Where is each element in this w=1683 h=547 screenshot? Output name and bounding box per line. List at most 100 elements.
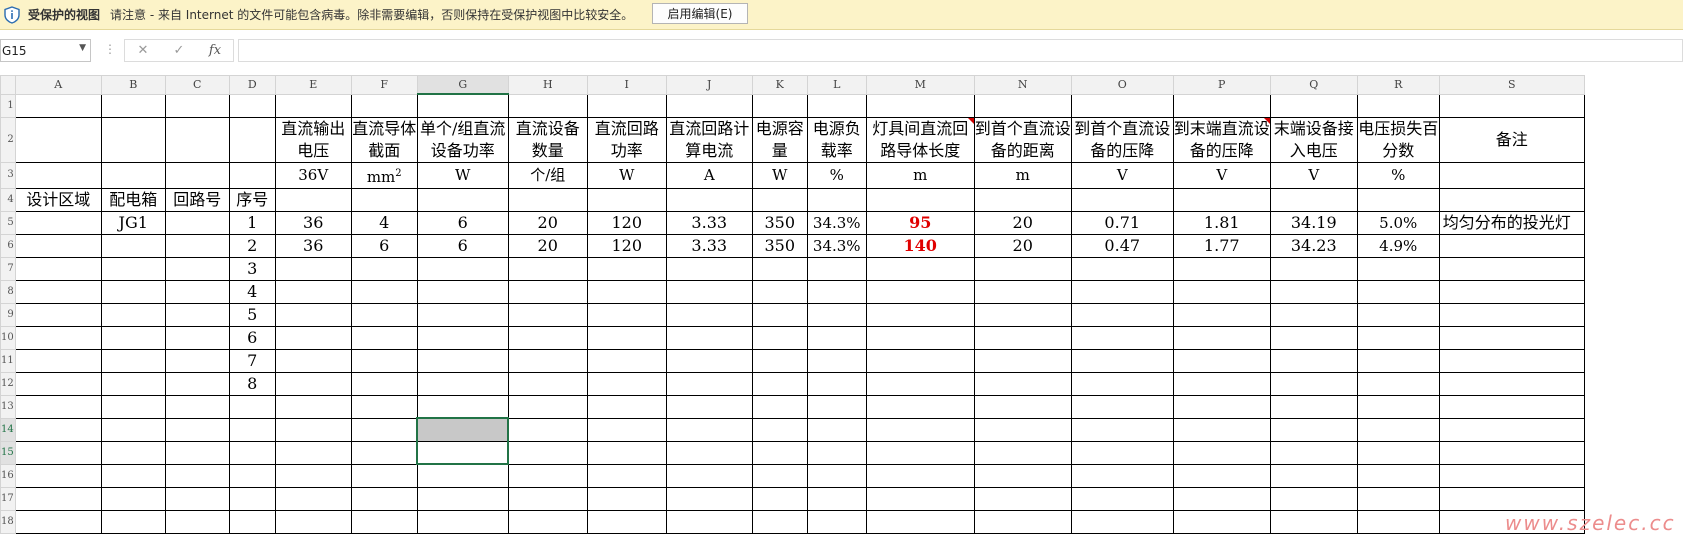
cell[interactable]	[416, 325, 509, 350]
cell[interactable]: 20	[973, 210, 1072, 235]
column-header[interactable]: L	[806, 75, 867, 95]
cell-highlighted[interactable]: 95	[865, 210, 975, 235]
cell[interactable]	[100, 463, 166, 488]
cell[interactable]	[507, 187, 588, 212]
unit-cell[interactable]: V	[1070, 161, 1174, 189]
cell[interactable]	[586, 486, 667, 511]
cell[interactable]	[507, 93, 588, 118]
cell[interactable]	[1269, 486, 1358, 511]
cell[interactable]: 20	[507, 233, 588, 258]
cell[interactable]	[751, 256, 808, 281]
cell[interactable]	[865, 486, 975, 511]
column-header[interactable]: R	[1356, 75, 1440, 95]
cell[interactable]	[507, 509, 588, 534]
cell[interactable]: 6	[228, 325, 276, 350]
enable-editing-button[interactable]: 启用编辑(E)	[652, 3, 748, 24]
cell[interactable]	[507, 463, 588, 488]
row-header[interactable]: 13	[0, 394, 16, 419]
cell[interactable]	[1356, 394, 1440, 419]
row-header[interactable]: 17	[0, 486, 16, 511]
cell[interactable]	[416, 187, 509, 212]
cell[interactable]: 36	[274, 210, 352, 235]
column-header[interactable]: P	[1172, 75, 1271, 95]
insert-function-icon[interactable]: fx	[200, 43, 230, 58]
header-cell[interactable]: 直流回路计算电流	[665, 116, 753, 163]
cell[interactable]	[416, 348, 509, 373]
cell[interactable]	[1172, 279, 1271, 304]
unit-cell[interactable]: %	[806, 161, 867, 189]
cell[interactable]: 1	[228, 210, 276, 235]
cell[interactable]	[806, 417, 867, 442]
cell[interactable]	[1070, 394, 1174, 419]
cell[interactable]	[274, 302, 352, 327]
cell[interactable]	[1269, 348, 1358, 373]
cell[interactable]	[665, 348, 753, 373]
cell[interactable]	[1438, 486, 1585, 511]
cell[interactable]	[100, 116, 166, 163]
cell[interactable]	[274, 187, 352, 212]
cell[interactable]	[1269, 417, 1358, 442]
unit-cell[interactable]: W	[586, 161, 667, 189]
cell[interactable]	[350, 394, 418, 419]
cell[interactable]	[586, 417, 667, 442]
cell[interactable]	[973, 394, 1072, 419]
cell[interactable]	[14, 325, 102, 350]
cell[interactable]	[274, 509, 352, 534]
cell[interactable]	[665, 302, 753, 327]
cell[interactable]	[806, 440, 867, 465]
chevron-down-icon[interactable]: ▼	[79, 43, 86, 53]
cell[interactable]	[1438, 233, 1585, 258]
cell[interactable]	[1172, 486, 1271, 511]
cell[interactable]	[751, 509, 808, 534]
cell[interactable]	[1356, 509, 1440, 534]
cell[interactable]	[751, 325, 808, 350]
cell[interactable]	[973, 256, 1072, 281]
row-header[interactable]: 6	[0, 233, 16, 258]
cell[interactable]	[1438, 371, 1585, 396]
cell[interactable]	[665, 93, 753, 118]
cell[interactable]	[1172, 394, 1271, 419]
cell[interactable]	[806, 187, 867, 212]
cell[interactable]	[228, 417, 276, 442]
cell[interactable]	[665, 256, 753, 281]
cell[interactable]	[274, 93, 352, 118]
cell[interactable]	[100, 161, 166, 189]
unit-cell[interactable]: m	[865, 161, 975, 189]
header-cell[interactable]: 直流回路功率	[586, 116, 667, 163]
label-cell[interactable]: 序号	[228, 187, 276, 212]
cell[interactable]	[507, 279, 588, 304]
cell[interactable]	[274, 371, 352, 396]
cell[interactable]	[665, 394, 753, 419]
header-cell[interactable]: 电源容量	[751, 116, 808, 163]
cell[interactable]	[274, 463, 352, 488]
cell[interactable]	[1356, 417, 1440, 442]
cell[interactable]	[751, 279, 808, 304]
column-header[interactable]: E	[274, 75, 352, 95]
cell[interactable]	[1438, 440, 1585, 465]
active-cell[interactable]	[416, 440, 510, 465]
cell[interactable]	[416, 509, 509, 534]
cell[interactable]	[1172, 509, 1271, 534]
column-header[interactable]: J	[665, 75, 753, 95]
cell[interactable]	[350, 187, 418, 212]
more-options-icon[interactable]: ⋮	[104, 42, 116, 56]
cell[interactable]	[14, 302, 102, 327]
cell[interactable]: 36	[274, 233, 352, 258]
cell[interactable]	[665, 486, 753, 511]
cell[interactable]	[274, 440, 352, 465]
cell[interactable]	[1269, 394, 1358, 419]
cell[interactable]	[228, 509, 276, 534]
cell[interactable]: 20	[507, 210, 588, 235]
cell[interactable]	[14, 93, 102, 118]
cell[interactable]: 4	[228, 279, 276, 304]
cell[interactable]	[586, 302, 667, 327]
cell[interactable]	[1356, 463, 1440, 488]
column-header[interactable]: N	[973, 75, 1072, 95]
cell[interactable]: 6	[416, 233, 509, 258]
cell[interactable]	[973, 279, 1072, 304]
cell[interactable]	[274, 394, 352, 419]
column-header[interactable]: O	[1070, 75, 1174, 95]
cell[interactable]	[416, 302, 509, 327]
cell[interactable]	[350, 417, 418, 442]
cell[interactable]	[1269, 187, 1358, 212]
